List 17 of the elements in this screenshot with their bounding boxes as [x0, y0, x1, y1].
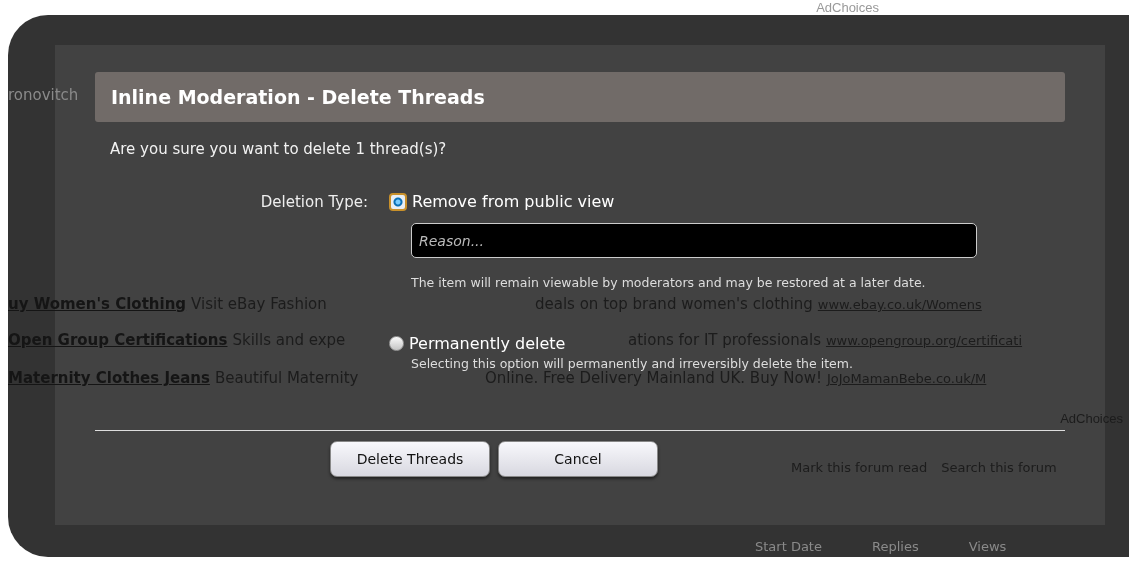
dialog-title: Inline Moderation - Delete Threads — [95, 72, 1065, 122]
column-header[interactable]: Replies — [871, 539, 919, 554]
adchoices-link[interactable]: AdChoices — [816, 0, 879, 15]
radio-button[interactable] — [389, 192, 407, 211]
user-name: ronovitch — [8, 86, 79, 104]
field-label: Deletion Type: — [259, 192, 369, 211]
option-label[interactable]: Remove from public view — [412, 192, 615, 211]
option-description: Selecting this option will permanently and irreversibly delete the item. — [411, 355, 853, 372]
delete-button[interactable]: Delete Threads — [330, 441, 490, 477]
option-description: The item will remain viewable by moderators and may be restored at a later date. — [411, 274, 926, 291]
question-text: Are you sure you want to delete 1 thread(s)? — [110, 140, 448, 158]
reason-field[interactable]: Reason... — [411, 223, 977, 258]
column-header[interactable]: Views — [968, 539, 1007, 554]
column-header[interactable]: Start Date — [755, 539, 822, 554]
option-label[interactable]: Permanently delete — [409, 334, 566, 353]
radio-button[interactable] — [389, 336, 404, 351]
cancel-button[interactable]: Cancel — [498, 441, 658, 477]
